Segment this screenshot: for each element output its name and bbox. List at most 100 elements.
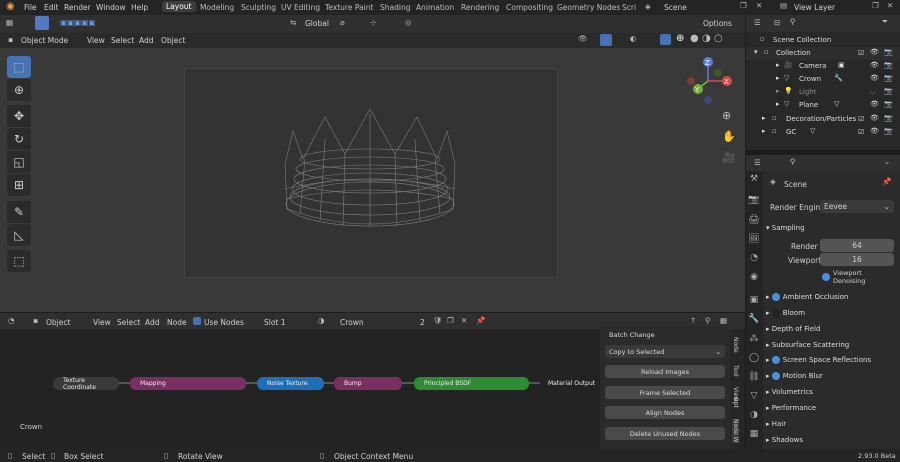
material-slot-dropdown[interactable]: Slot 1 bbox=[264, 318, 286, 327]
expand-icon[interactable]: ▸ bbox=[776, 61, 780, 69]
tab-tool[interactable]: Tool bbox=[732, 365, 739, 377]
tab-shading[interactable]: Shading bbox=[380, 3, 410, 12]
blender-logo-icon[interactable]: ◉ bbox=[6, 1, 15, 12]
pivot-icon[interactable]: ⌀ bbox=[340, 18, 345, 27]
camera-render-icon[interactable]: 📷 bbox=[884, 48, 893, 56]
checkbox-icon[interactable]: ☑ bbox=[858, 49, 864, 57]
zoom-icon[interactable]: ⊕ bbox=[722, 109, 731, 122]
physics-tab-icon[interactable]: ◯ bbox=[748, 353, 760, 367]
outliner-editor-type-icon[interactable]: ☰ bbox=[754, 18, 761, 27]
reload-images-button[interactable]: Reload Images bbox=[605, 365, 725, 378]
outliner-crown[interactable]: ▸ ▽ Crown 🔧 👁 📷 bbox=[746, 73, 900, 86]
view-layer-tab-icon[interactable]: 🖼 bbox=[748, 234, 760, 248]
output-tab-icon[interactable]: 🖨 bbox=[748, 215, 760, 229]
tab-animation[interactable]: Animation bbox=[416, 3, 454, 12]
object-tab-icon[interactable]: ▣ bbox=[748, 295, 760, 309]
batch-change-dropdown[interactable]: Batch Change bbox=[605, 328, 725, 341]
node-mapping[interactable]: Mapping bbox=[130, 377, 246, 390]
remove-view-layer-icon[interactable]: ✕ bbox=[887, 1, 893, 10]
eye-icon[interactable]: 👁 bbox=[870, 127, 879, 135]
overlay-icon[interactable]: ◐ bbox=[630, 34, 637, 43]
solid-shading-icon[interactable]: ● bbox=[690, 33, 699, 44]
node-menu-node[interactable]: Node bbox=[167, 318, 187, 327]
node-editor-type-icon[interactable]: ◔ bbox=[8, 316, 15, 325]
material-users-count[interactable]: 2 bbox=[420, 318, 425, 327]
add-cube-tool-icon[interactable]: ⬚ bbox=[7, 250, 31, 272]
chevron-down-icon[interactable]: ⌄ bbox=[884, 157, 890, 166]
pin-icon[interactable]: 📌 bbox=[882, 177, 891, 186]
annotate-tool-icon[interactable]: ✎ bbox=[7, 201, 31, 223]
scene-name[interactable]: Scene bbox=[664, 3, 687, 12]
move-tool-icon[interactable]: ✥ bbox=[7, 105, 31, 127]
backdrop-icon[interactable]: ▦ bbox=[720, 316, 727, 325]
select-box-tool-icon[interactable]: ⬚ bbox=[7, 56, 31, 78]
search-icon[interactable]: ⚲ bbox=[790, 17, 796, 26]
view-layer-name[interactable]: View Layer bbox=[794, 3, 835, 12]
viewport-samples-field[interactable]: 16 bbox=[820, 253, 894, 266]
motion-blur-panel[interactable]: ▸ Motion Blur bbox=[766, 369, 898, 383]
proportional-icon[interactable]: ◎ bbox=[405, 18, 412, 27]
expand-icon[interactable]: ▸ bbox=[776, 100, 780, 108]
menu-edit[interactable]: Edit bbox=[44, 3, 59, 12]
scene-tab-icon[interactable]: ◔ bbox=[748, 253, 760, 267]
outliner-camera[interactable]: ▸ 🎥 Camera ▣ 👁 📷 bbox=[746, 60, 900, 73]
node-noise-texture[interactable]: Noise Texture bbox=[257, 377, 324, 390]
menu-view[interactable]: View bbox=[87, 36, 105, 45]
render-engine-dropdown[interactable]: Eevee ⌄ bbox=[820, 200, 894, 213]
node-principled-bsdf[interactable]: Principled BSDF bbox=[414, 377, 529, 390]
wireframe-shading-icon[interactable]: ⊕ bbox=[676, 33, 684, 44]
hair-panel[interactable]: ▸ Hair bbox=[766, 417, 898, 431]
tab-sculpting[interactable]: Sculpting bbox=[241, 3, 276, 12]
tab-opt[interactable]: Opt bbox=[732, 397, 739, 408]
tab-rendering[interactable]: Rendering bbox=[461, 3, 499, 12]
camera-render-icon[interactable]: 📷 bbox=[884, 74, 893, 82]
snap-node-icon[interactable]: ⚲ bbox=[705, 316, 711, 325]
menu-file[interactable]: File bbox=[24, 3, 37, 12]
outliner-scene-collection[interactable]: ▫ Scene Collection bbox=[746, 34, 900, 47]
menu-help[interactable]: Help bbox=[131, 3, 148, 12]
node-menu-add[interactable]: Add bbox=[145, 318, 160, 327]
toggle-on-icon[interactable] bbox=[771, 372, 780, 380]
filter-icon[interactable]: ⏷ bbox=[882, 17, 888, 27]
camera-render-icon[interactable]: 📷 bbox=[884, 61, 893, 69]
properties-editor-type-icon[interactable]: ☰ bbox=[754, 158, 761, 167]
node-bump[interactable]: Bump bbox=[334, 377, 402, 390]
expand-icon[interactable]: ▾ bbox=[754, 48, 758, 56]
menu-render[interactable]: Render bbox=[64, 3, 91, 12]
pin-icon[interactable]: 📌 bbox=[476, 316, 485, 325]
camera-render-icon[interactable]: 📷 bbox=[884, 87, 893, 95]
select-tool-icon[interactable] bbox=[35, 16, 49, 30]
camera-view-icon[interactable]: 🎥 bbox=[722, 151, 736, 164]
tab-scripting[interactable]: Scri bbox=[622, 3, 636, 12]
shadows-panel[interactable]: ▸ Shadows bbox=[766, 433, 898, 447]
subsurface-scattering-panel[interactable]: ▸ Subsurface Scattering bbox=[766, 338, 898, 352]
transform-orientation[interactable]: Global bbox=[305, 19, 329, 28]
material-tab-icon[interactable]: ◑ bbox=[748, 410, 760, 424]
node-menu-view[interactable]: View bbox=[93, 318, 111, 327]
particles-tab-icon[interactable]: ⁂ bbox=[748, 334, 760, 348]
expand-icon[interactable]: ▸ bbox=[762, 127, 766, 135]
outliner-plane[interactable]: ▸ ▽ Plane ▽ 👁 📷 bbox=[746, 99, 900, 112]
search-icon[interactable]: ⚲ bbox=[790, 157, 796, 166]
tab-layout[interactable]: Layout bbox=[162, 1, 196, 12]
node-texture-coordinate[interactable]: Texture Coordinate bbox=[53, 377, 119, 391]
depth-of-field-panel[interactable]: ▸ Depth of Field bbox=[766, 322, 898, 336]
performance-panel[interactable]: ▸ Performance bbox=[766, 401, 898, 415]
menu-add[interactable]: Add bbox=[139, 36, 154, 45]
frame-selected-button[interactable]: Frame Selected bbox=[605, 386, 725, 399]
tab-compositing[interactable]: Compositing bbox=[506, 3, 553, 12]
tab-modeling[interactable]: Modeling bbox=[200, 3, 234, 12]
expand-icon[interactable]: ▸ bbox=[776, 87, 780, 95]
measure-tool-icon[interactable]: ◺ bbox=[7, 224, 31, 246]
align-nodes-button[interactable]: Align Nodes bbox=[605, 406, 725, 419]
rotate-tool-icon[interactable]: ↻ bbox=[7, 128, 31, 150]
bloom-panel[interactable]: ▸ Bloom bbox=[766, 306, 898, 320]
eye-icon[interactable]: 👁 bbox=[870, 48, 879, 56]
checkbox-icon[interactable]: ☑ bbox=[858, 128, 864, 136]
tab-node[interactable]: Node bbox=[732, 337, 739, 353]
menu-window[interactable]: Window bbox=[96, 3, 126, 12]
camera-render-icon[interactable]: 📷 bbox=[884, 127, 893, 135]
gizmo-toggle-icon[interactable] bbox=[600, 34, 612, 46]
volumetrics-panel[interactable]: ▸ Volumetrics bbox=[766, 385, 898, 399]
duplicate-material-icon[interactable]: ❐ bbox=[447, 316, 454, 325]
